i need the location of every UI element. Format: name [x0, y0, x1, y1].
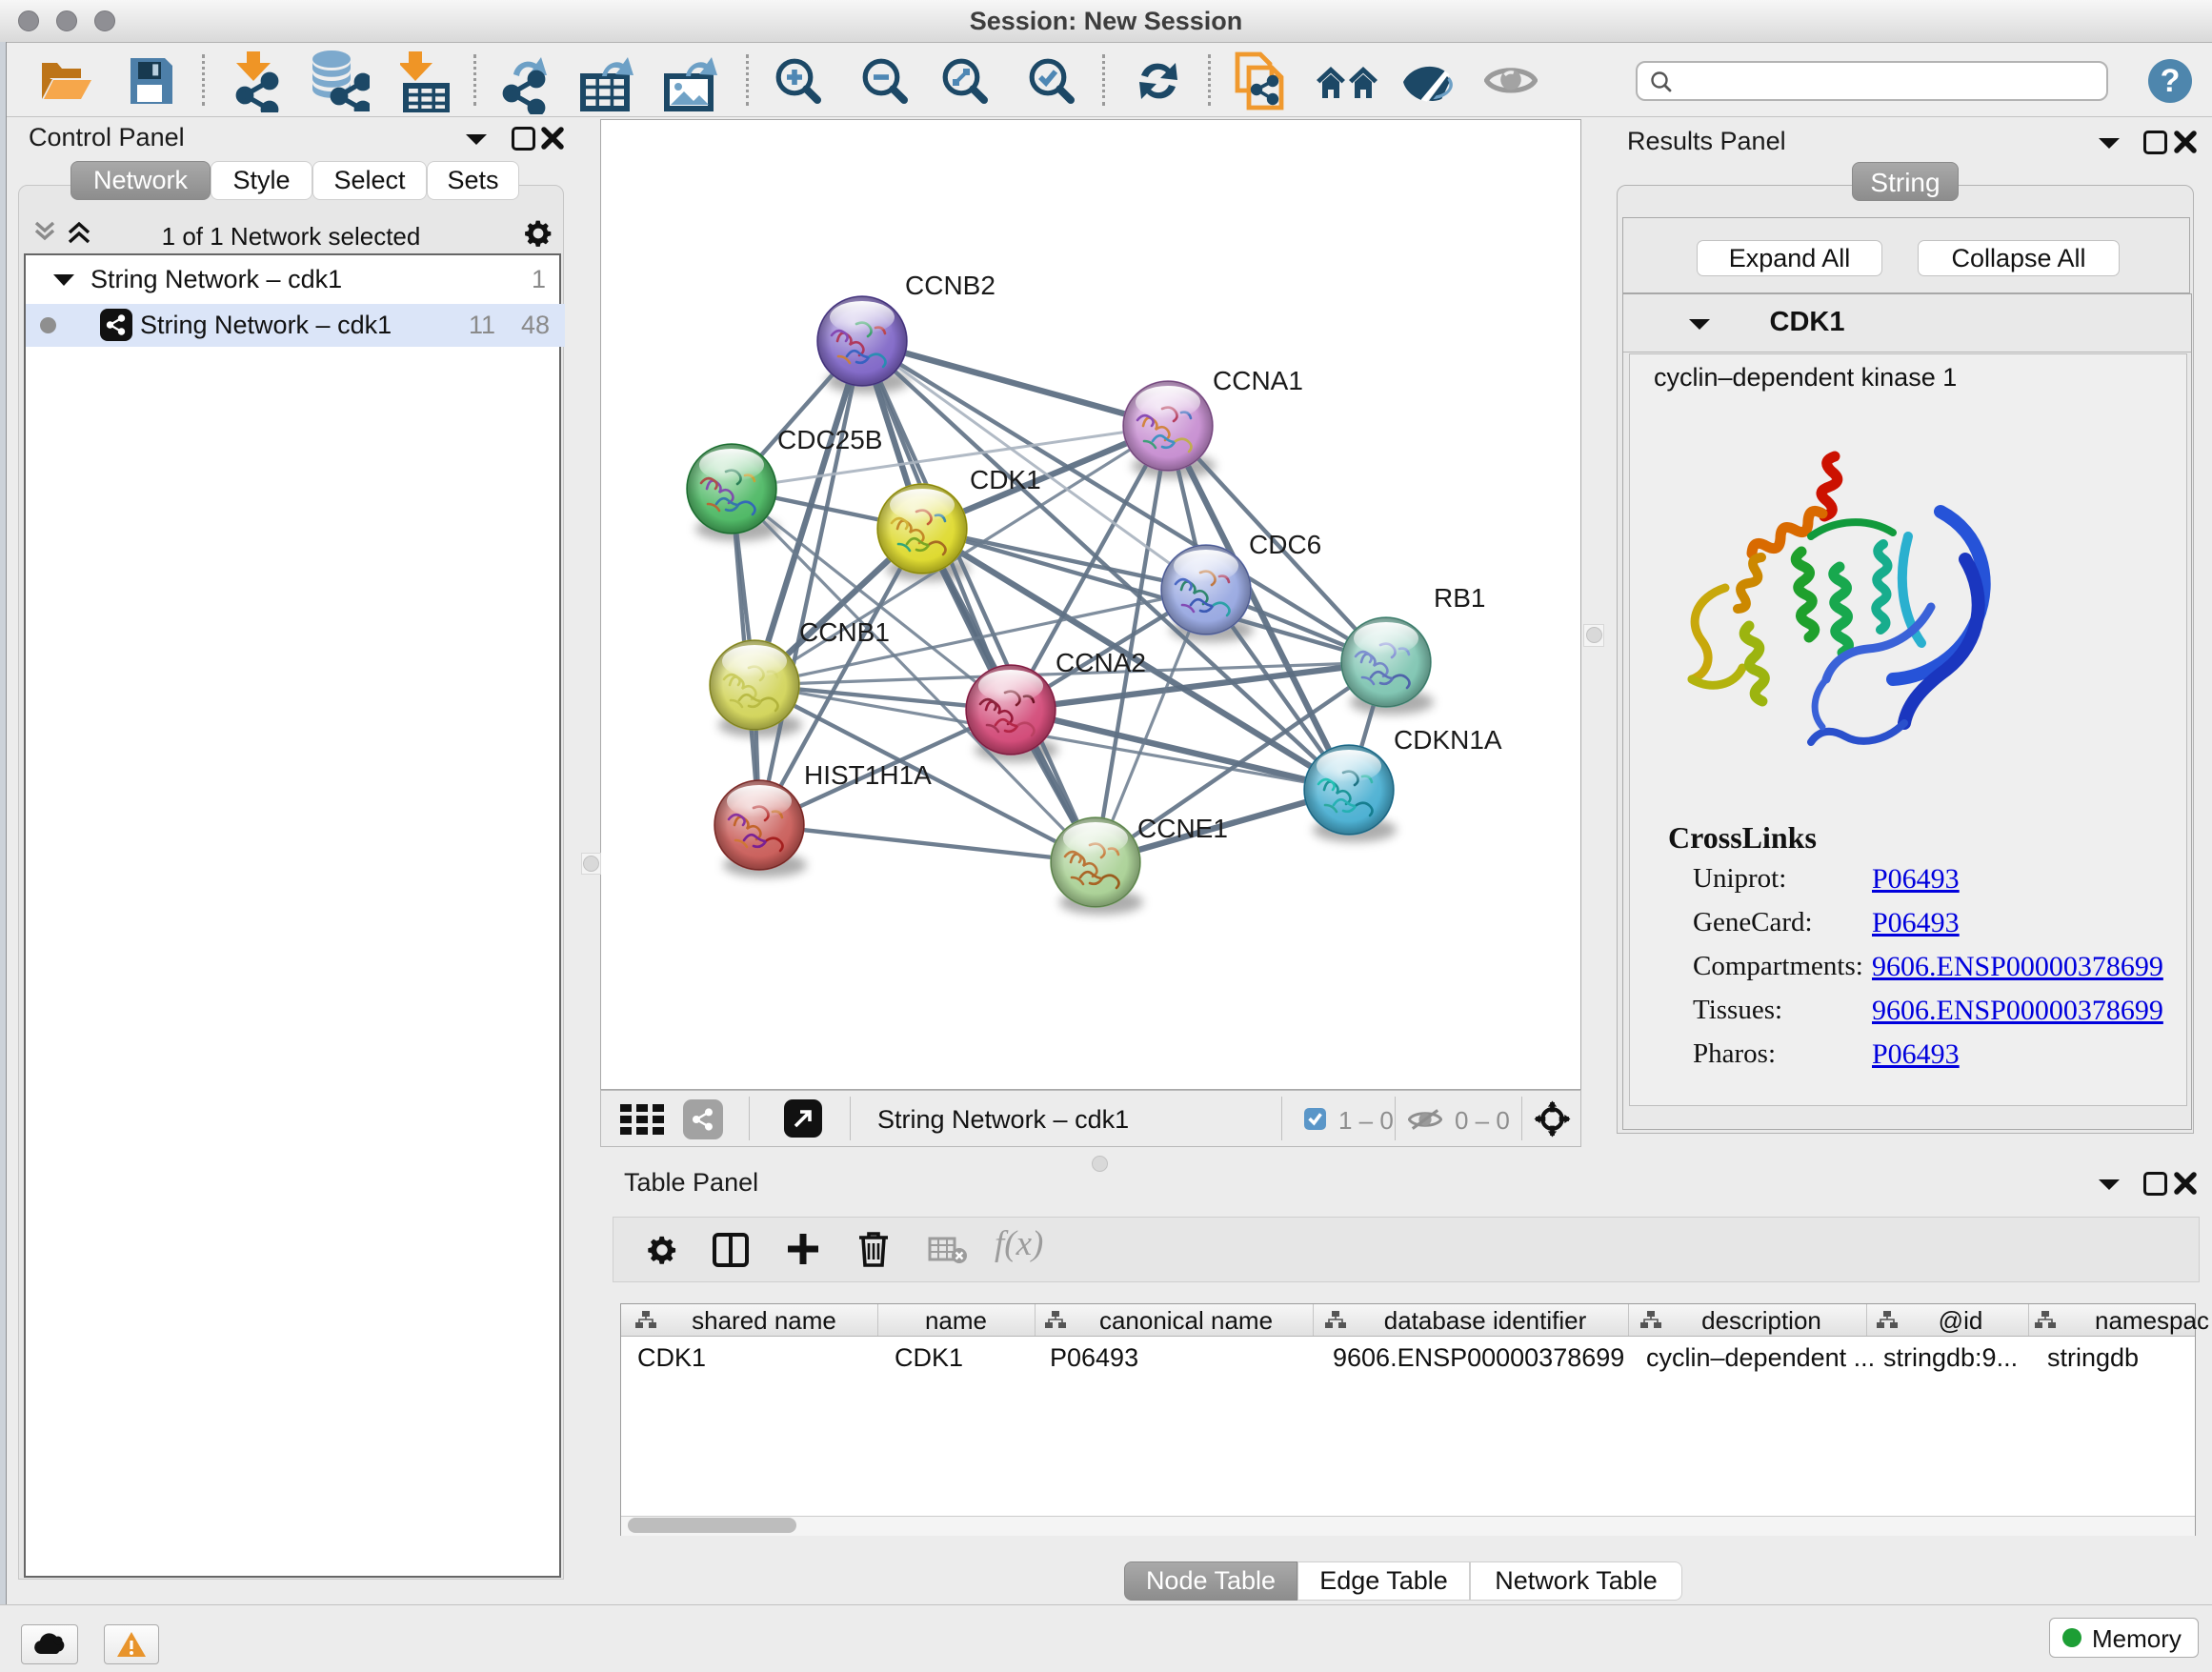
- svg-text:RB1: RB1: [1434, 583, 1485, 613]
- svg-text:CCNA2: CCNA2: [1056, 648, 1146, 677]
- svg-text:CCNE1: CCNE1: [1137, 814, 1228, 843]
- svg-text:CCNB2: CCNB2: [905, 271, 995, 300]
- svg-text:CDK1: CDK1: [970, 465, 1041, 494]
- svg-text:CDC6: CDC6: [1249, 530, 1321, 559]
- svg-text:CDKN1A: CDKN1A: [1394, 725, 1502, 755]
- svg-text:CDC25B: CDC25B: [777, 425, 882, 454]
- svg-text:HIST1H1A: HIST1H1A: [804, 760, 932, 790]
- svg-text:CCNB1: CCNB1: [799, 617, 890, 647]
- svg-text:CCNA1: CCNA1: [1213, 366, 1303, 395]
